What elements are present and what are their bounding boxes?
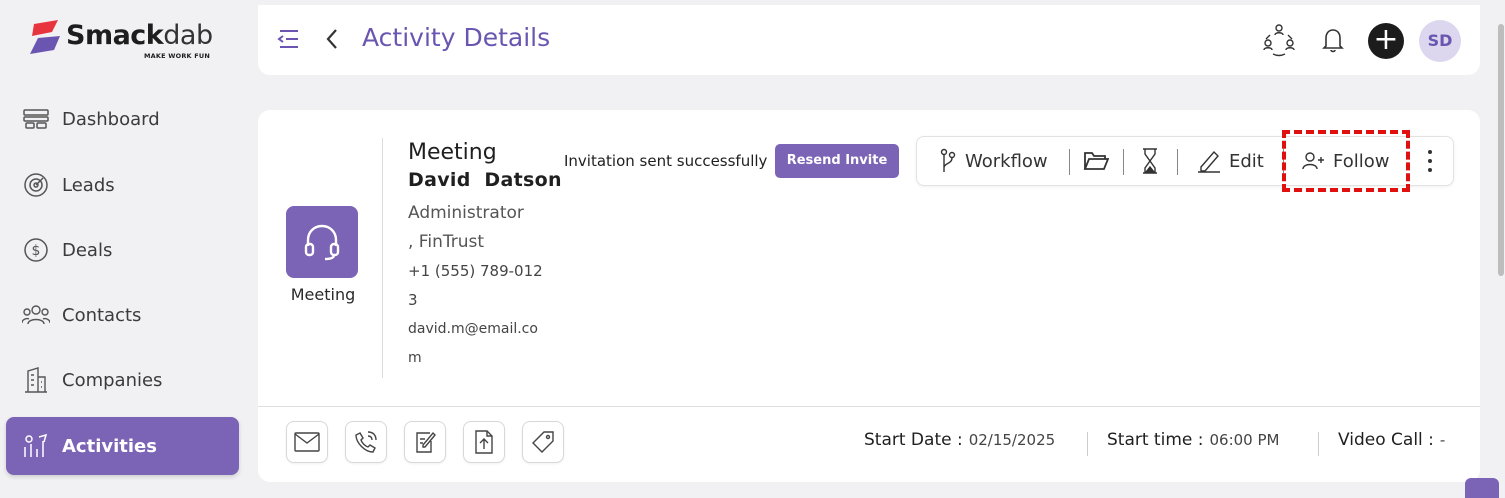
follow-highlight-box <box>1282 130 1410 192</box>
page-scrollbar[interactable] <box>1498 24 1504 276</box>
meta-divider <box>1087 432 1088 456</box>
toolbar-divider <box>1123 149 1124 175</box>
logo-mark-icon <box>30 20 60 54</box>
sidebar-item-label: Companies <box>62 369 163 391</box>
activity-type-badge <box>286 206 358 278</box>
toolbar-divider <box>1069 149 1070 175</box>
target-icon <box>22 171 50 199</box>
start-time-value: 06:00 PM <box>1209 431 1280 449</box>
note-edit-icon <box>416 431 436 453</box>
brand-logo[interactable]: Smackdab MAKE WORK FUN <box>28 18 228 66</box>
activity-title: Meeting <box>408 140 497 165</box>
hourglass-icon <box>1143 148 1157 174</box>
video-call-value: - <box>1439 431 1446 449</box>
resend-invite-button[interactable]: Resend Invite <box>775 144 899 178</box>
horizontal-divider <box>258 406 1480 407</box>
edit-button[interactable]: Edit <box>1197 137 1264 185</box>
activity-type-label: Meeting <box>290 285 356 304</box>
edit-label: Edit <box>1229 150 1264 172</box>
headset-icon <box>304 224 340 261</box>
video-call-label: Video Call : <box>1338 430 1434 450</box>
folder-open-icon <box>1083 152 1109 170</box>
note-action-button[interactable] <box>404 421 446 463</box>
sidebar-item-contacts[interactable]: Contacts <box>6 286 239 344</box>
contact-role: Administrator <box>408 203 524 223</box>
svg-text:$: $ <box>32 243 41 259</box>
start-date-value: 02/15/2025 <box>968 431 1056 449</box>
sidebar-item-label: Contacts <box>62 304 142 326</box>
phone-icon <box>355 431 377 453</box>
file-upload-icon <box>475 430 493 454</box>
folder-button[interactable] <box>1083 137 1109 185</box>
help-chip[interactable] <box>1465 478 1499 498</box>
timer-button[interactable] <box>1141 137 1159 185</box>
email-action-button[interactable] <box>286 421 328 463</box>
collapse-menu-icon[interactable] <box>276 27 302 51</box>
start-time: Start time : 06:00 PM <box>1107 430 1279 450</box>
brand-name: Smackdab <box>66 20 213 51</box>
start-date-label: Start Date : <box>864 430 963 450</box>
video-call: Video Call :- <box>1338 430 1445 450</box>
contact-company[interactable]: , FinTrust <box>408 228 548 257</box>
vertical-divider <box>382 138 383 378</box>
people-icon <box>22 301 50 329</box>
start-date: Start Date : 02/15/2025 <box>864 430 1055 450</box>
sidebar-item-label: Leads <box>62 174 115 196</box>
back-arrow-icon[interactable] <box>322 25 344 53</box>
top-header: Activity Details + SD <box>258 5 1480 75</box>
activity-info: Meeting David Datson Administrator , Fin… <box>408 140 568 373</box>
tag-action-button[interactable] <box>522 421 564 463</box>
activity-detail-card: Meeting Meeting David Datson Administrat… <box>258 110 1480 482</box>
invite-status-text: Invitation sent successfully <box>564 152 768 170</box>
building-icon <box>22 366 50 394</box>
sidebar-item-companies[interactable]: Companies <box>6 351 239 409</box>
workflow-label: Workflow <box>965 150 1048 172</box>
sidebar-item-label: Deals <box>62 239 113 261</box>
dollar-icon: $ <box>22 236 50 264</box>
call-action-button[interactable] <box>345 421 387 463</box>
mail-icon <box>294 432 320 452</box>
pencil-icon <box>1198 150 1220 173</box>
toolbar-divider <box>1177 149 1178 175</box>
contact-email[interactable]: david.m@email.com <box>408 315 548 373</box>
upload-action-button[interactable] <box>463 421 505 463</box>
sidebar-item-deals[interactable]: $ Deals <box>6 221 239 279</box>
meta-divider <box>1318 432 1319 456</box>
sidebar-item-dashboard[interactable]: Dashboard <box>6 90 239 148</box>
sidebar-item-leads[interactable]: Leads <box>6 156 239 214</box>
branch-icon <box>940 148 956 172</box>
sidebar-item-label: Dashboard <box>62 108 160 130</box>
tag-icon <box>532 431 554 453</box>
sidebar-item-label: Activities <box>62 435 157 457</box>
contact-phone[interactable]: +1 (555) 789-0123 <box>408 257 548 315</box>
dashboard-icon <box>22 105 50 133</box>
sidebar: Smackdab MAKE WORK FUN Dashboard Leads $… <box>0 0 248 498</box>
page-title: Activity Details <box>362 23 551 52</box>
start-time-label: Start time : <box>1107 430 1204 450</box>
team-network-icon[interactable] <box>1260 21 1298 59</box>
activities-icon <box>22 432 50 460</box>
more-options-icon[interactable] <box>1426 150 1434 172</box>
add-new-button[interactable]: + <box>1368 23 1404 59</box>
contact-name[interactable]: David Datson <box>408 169 568 191</box>
workflow-button[interactable]: Workflow <box>939 137 1048 185</box>
brand-tagline: MAKE WORK FUN <box>144 52 210 60</box>
avatar[interactable]: SD <box>1419 20 1461 62</box>
bell-icon[interactable] <box>1314 21 1352 59</box>
sidebar-item-activities[interactable]: Activities <box>6 417 239 475</box>
